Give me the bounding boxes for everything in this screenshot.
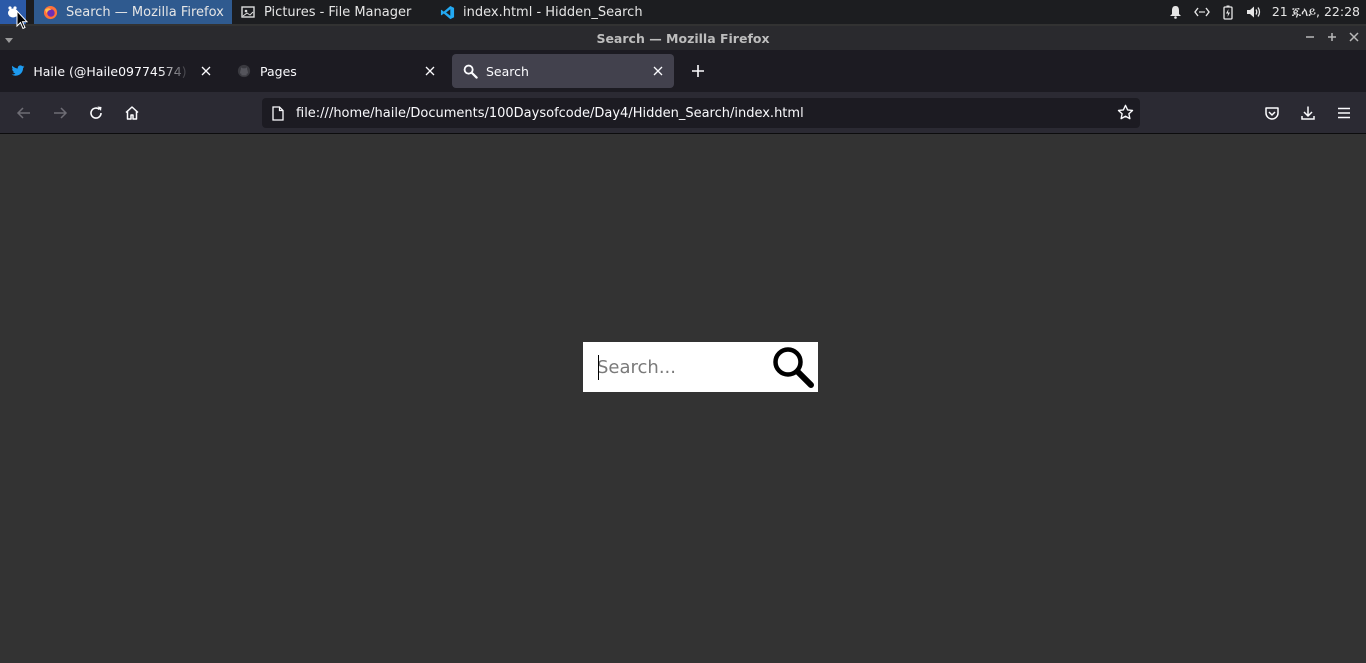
notification-bell-icon[interactable] (1168, 4, 1184, 20)
home-button[interactable] (118, 99, 146, 127)
tab-strip: Haile (@Haile09774574) / Twitter Pages S… (0, 50, 1366, 92)
forward-arrow-icon (54, 106, 68, 119)
tab-close-icon[interactable] (650, 63, 666, 79)
downloads-button[interactable] (1294, 99, 1322, 127)
tab-title: Search (486, 63, 529, 79)
tab-title: Pages (260, 63, 297, 79)
plus-icon (692, 65, 704, 77)
app-menu-button[interactable] (1330, 99, 1358, 127)
pocket-icon (1265, 107, 1279, 120)
search-input[interactable] (583, 342, 763, 392)
page-info-icon[interactable] (270, 105, 286, 121)
file-manager-icon (240, 4, 256, 20)
taskbar: Search — Mozilla Firefox Pictures - File… (0, 0, 1366, 24)
new-tab-button[interactable] (684, 57, 712, 85)
taskbar-task-label: Search — Mozilla Firefox (66, 4, 224, 20)
url-bar[interactable]: file:///home/haile/Documents/100Daysofco… (262, 98, 1140, 128)
close-icon[interactable] (1346, 29, 1362, 45)
taskbar-task-file-manager[interactable]: Pictures - File Manager (232, 0, 432, 24)
window-menu-icon[interactable] (4, 32, 14, 47)
back-button[interactable] (10, 99, 38, 127)
taskbar-task-firefox[interactable]: Search — Mozilla Firefox (34, 0, 232, 24)
vscode-icon (440, 4, 455, 20)
taskbar-task-vscode[interactable]: index.html - Hidden_Search ... (432, 0, 642, 24)
home-icon (125, 105, 139, 120)
hamburger-menu-icon (1338, 107, 1350, 119)
back-arrow-icon (16, 106, 30, 119)
reload-icon (90, 106, 102, 119)
battery-icon[interactable] (1220, 4, 1236, 20)
tab-title: Haile (@Haile09774574) / Twitter (33, 63, 190, 79)
volume-icon[interactable] (1246, 4, 1262, 20)
mouse-pointer (16, 9, 29, 34)
search-widget (583, 342, 818, 392)
network-icon[interactable] (1193, 4, 1210, 20)
reload-button[interactable] (82, 99, 110, 127)
text-caret (598, 355, 599, 380)
bookmark-star-icon[interactable] (1117, 104, 1134, 125)
tab-close-icon[interactable] (199, 63, 214, 79)
url-text[interactable]: file:///home/haile/Documents/100Daysofco… (296, 106, 804, 121)
taskbar-task-label: index.html - Hidden_Search ... (463, 4, 642, 20)
taskbar-task-label: Pictures - File Manager (264, 4, 412, 20)
system-tray: 21 ጁላይ, 22:28 (1168, 4, 1366, 20)
tab-close-icon[interactable] (422, 63, 438, 79)
window-title-bar[interactable]: Search — Mozilla Firefox (0, 26, 1366, 50)
forward-button[interactable] (46, 99, 74, 127)
magnifier-icon (773, 347, 814, 388)
minimize-icon[interactable] (1302, 29, 1318, 45)
tab-pages[interactable]: Pages (226, 54, 446, 88)
page-content (0, 134, 1366, 663)
pocket-button[interactable] (1258, 99, 1286, 127)
window-title: Search — Mozilla Firefox (596, 30, 770, 46)
download-icon (1301, 106, 1315, 120)
tab-twitter[interactable]: Haile (@Haile09774574) / Twitter (0, 54, 222, 88)
clock[interactable]: 21 ጁላይ, 22:28 (1272, 4, 1360, 20)
maximize-icon[interactable] (1324, 29, 1340, 45)
search-icon (462, 63, 478, 79)
navigation-toolbar: file:///home/haile/Documents/100Daysofco… (0, 92, 1366, 134)
search-button[interactable] (770, 344, 816, 390)
github-icon (236, 63, 252, 79)
tab-search[interactable]: Search (452, 54, 674, 88)
twitter-icon (10, 63, 25, 79)
firefox-icon (42, 4, 58, 20)
